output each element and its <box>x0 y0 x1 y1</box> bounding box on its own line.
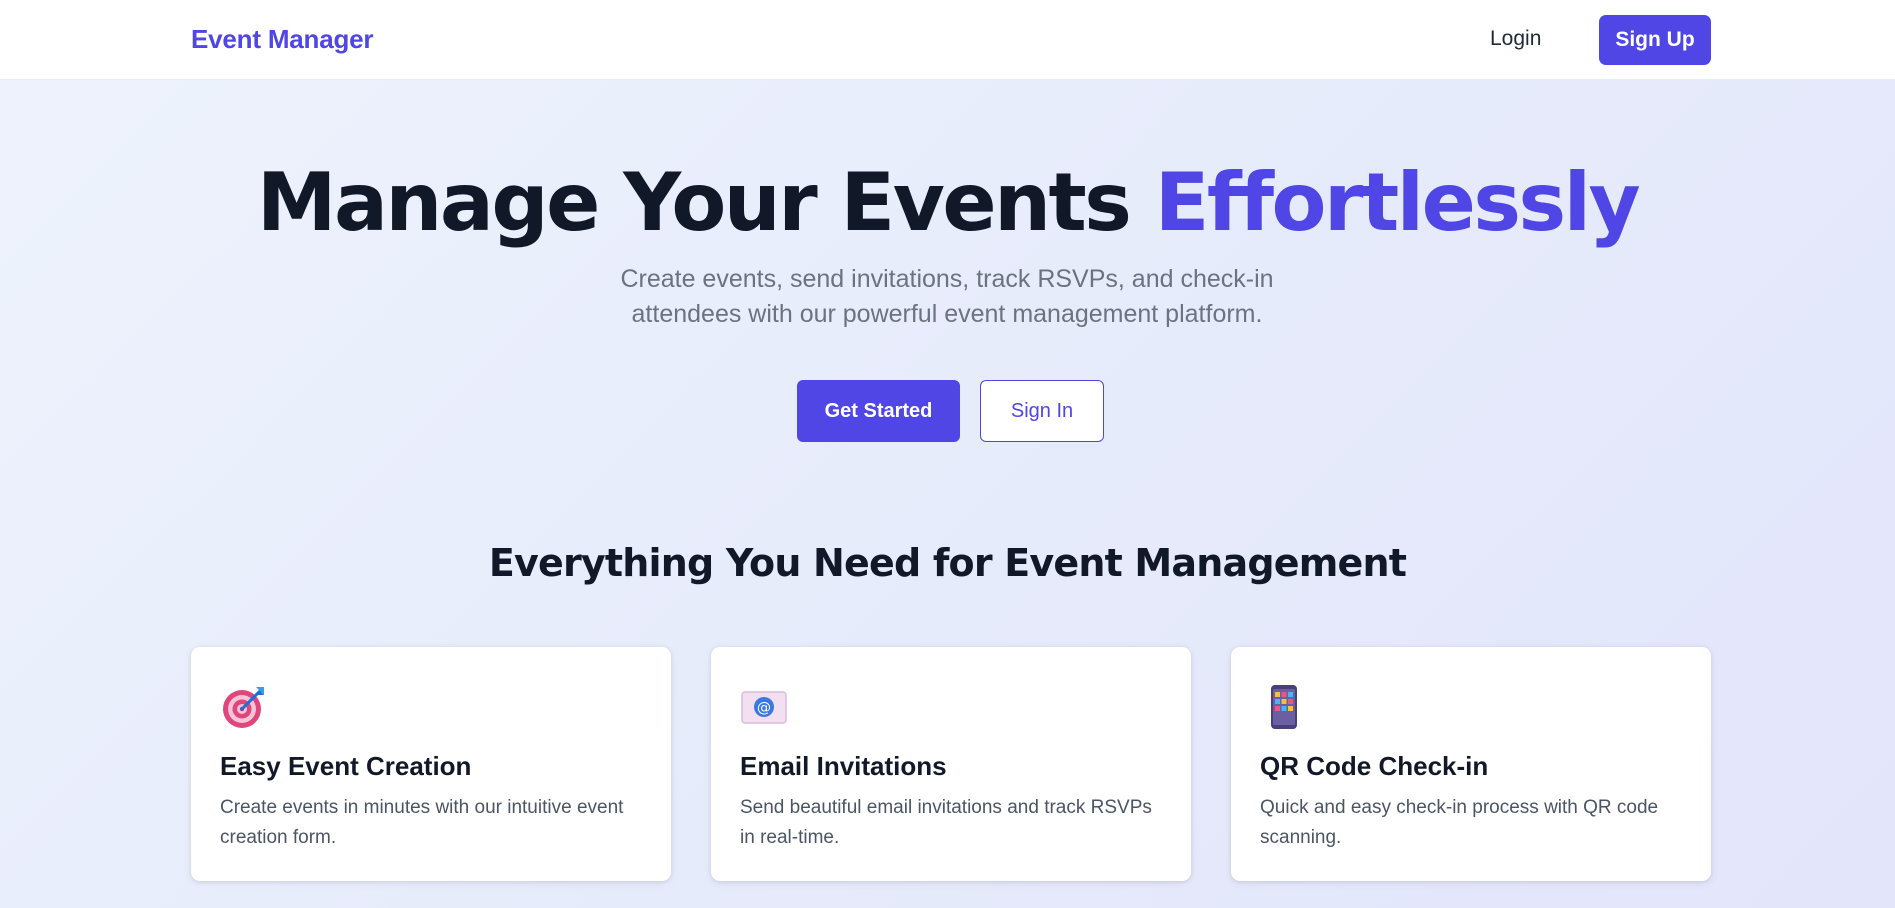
svg-text:@: @ <box>757 700 771 716</box>
signup-button[interactable]: Sign Up <box>1599 15 1711 65</box>
feature-description: Send beautiful email invitations and tra… <box>740 797 1152 848</box>
hero-title-accent: Effortlessly <box>1154 156 1641 249</box>
hero-subtitle: Create events, send invitations, track R… <box>620 265 1274 328</box>
target-icon <box>223 687 264 728</box>
feature-title: QR Code Check-in <box>1260 751 1489 781</box>
login-link[interactable]: Login <box>1490 27 1541 51</box>
qr-phone-icon <box>1271 685 1297 729</box>
features-heading: Everything You Need for Event Management <box>488 541 1407 585</box>
brand-logo[interactable]: Event Manager <box>191 24 374 55</box>
feature-card-qr-checkin: QR Code Check-in Quick and easy check-in… <box>1231 647 1711 881</box>
hero-title: Manage Your Events Effortlessly <box>0 158 1895 248</box>
sign-in-button[interactable]: Sign In <box>980 380 1104 442</box>
email-icon: @ <box>741 691 787 724</box>
hero-title-main: Manage Your Events <box>256 156 1155 249</box>
feature-description: Quick and easy check-in process with QR … <box>1260 797 1659 848</box>
feature-description: Create events in minutes with our intuit… <box>220 797 624 848</box>
feature-title: Email Invitations <box>740 751 947 781</box>
feature-card-event-creation: Easy Event Creation Create events in min… <box>191 647 671 881</box>
get-started-button[interactable]: Get Started <box>797 380 960 442</box>
feature-card-email-invitations: @ Email Invitations Send beautiful email… <box>711 647 1191 881</box>
feature-title: Easy Event Creation <box>220 751 472 781</box>
top-navbar: Event Manager Login Sign Up <box>0 0 1895 80</box>
